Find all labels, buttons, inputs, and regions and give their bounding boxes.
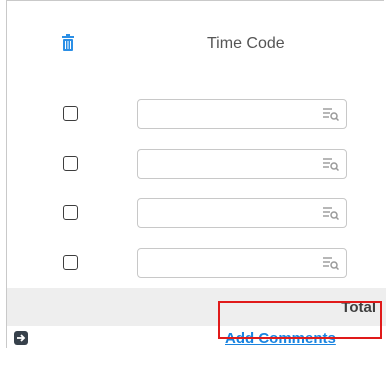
lookup-icon[interactable] [323,157,340,172]
lookup-icon[interactable] [323,206,340,221]
time-code-input[interactable] [137,99,347,129]
row-checkbox[interactable] [63,205,78,220]
row-checkbox[interactable] [63,255,78,270]
table-row [7,240,386,294]
highlight-box [218,301,382,339]
time-code-input[interactable] [137,198,347,228]
row-checkbox[interactable] [63,106,78,121]
table-row [7,141,386,195]
row-checkbox[interactable] [63,156,78,171]
arrow-right-icon[interactable] [14,331,28,345]
trash-icon[interactable] [60,34,76,52]
table-row [7,87,386,141]
lookup-icon[interactable] [323,256,340,271]
lookup-icon[interactable] [323,107,340,122]
time-code-input[interactable] [137,248,347,278]
time-code-header: Time Code [207,35,285,52]
time-code-input[interactable] [137,149,347,179]
table-header: Time Code [7,1,386,88]
table-row [7,190,386,244]
